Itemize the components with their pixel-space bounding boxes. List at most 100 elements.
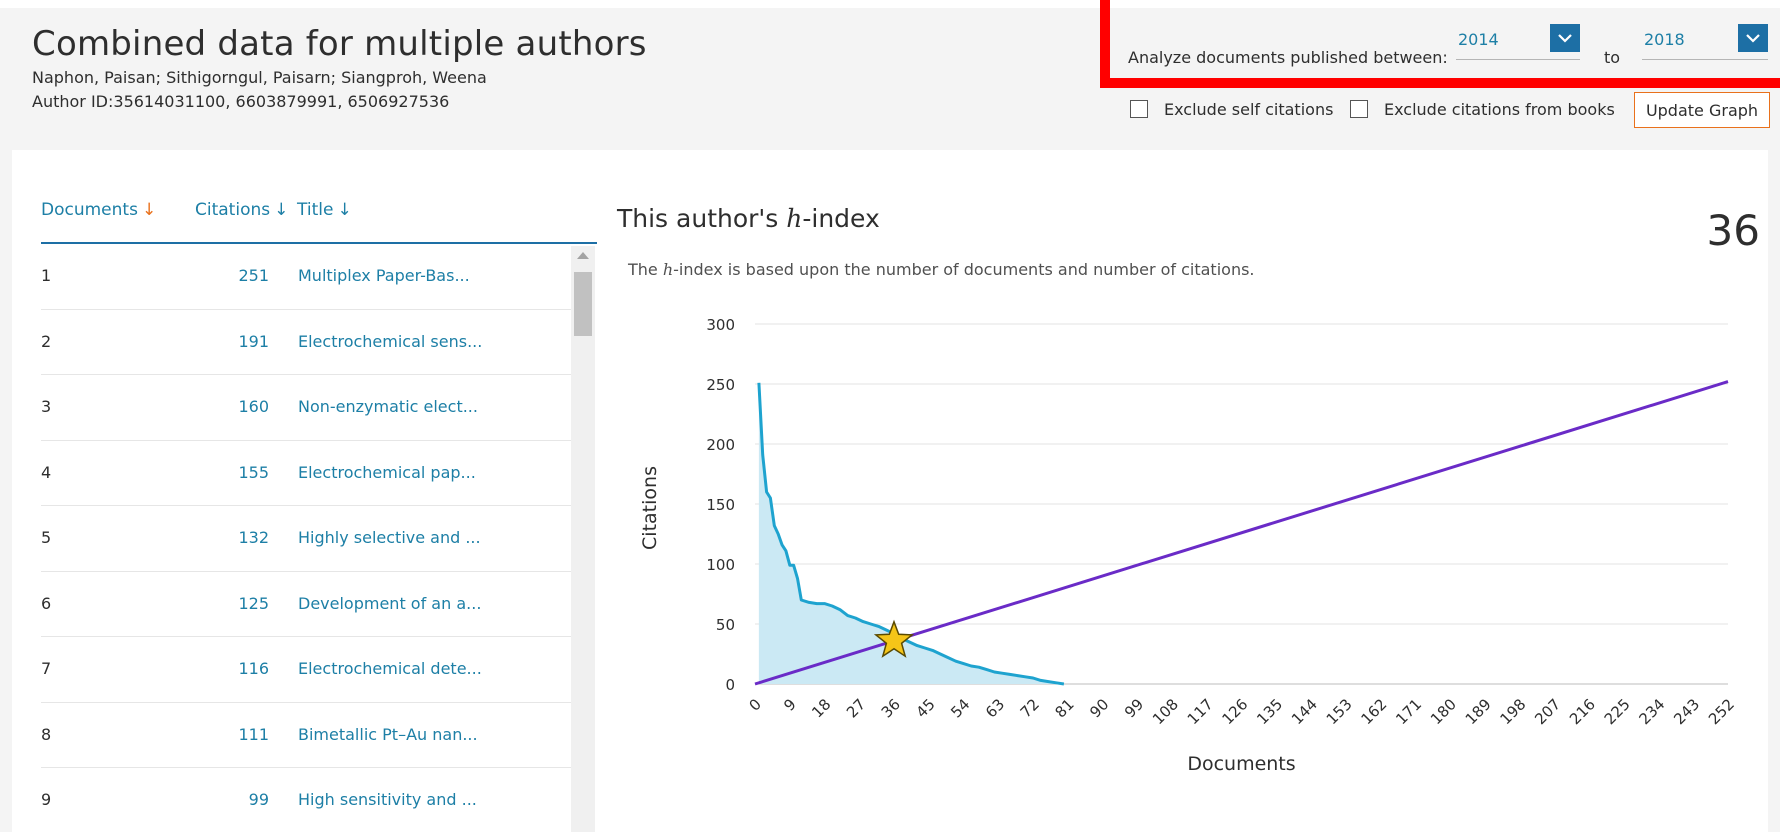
x-tick-label: 108 [1149, 695, 1182, 728]
row-number: 6 [41, 593, 52, 613]
x-tick-label: 90 [1086, 695, 1112, 721]
y-tick-label: 200 [706, 436, 735, 454]
x-tick-label: 81 [1051, 695, 1077, 721]
update-graph-button[interactable]: Update Graph [1634, 92, 1770, 128]
hindex-heading: This author's h-index [617, 204, 880, 233]
document-title-link[interactable]: Electrochemical sens... [298, 332, 482, 351]
x-tick-label: 63 [982, 695, 1008, 721]
documents-table: 1 251 Multiplex Paper-Bas... 2 191 Elect… [41, 244, 571, 832]
x-tick-label: 45 [912, 695, 938, 721]
x-tick-label: 9 [780, 695, 799, 714]
sort-arrow-icon: ↓ [141, 200, 157, 220]
exclude-books-checkbox[interactable] [1350, 100, 1368, 118]
document-title-link[interactable]: Electrochemical pap... [298, 463, 476, 482]
citation-count-link[interactable]: 160 [238, 397, 269, 416]
citation-count-link[interactable]: 251 [238, 266, 269, 285]
citation-count-link[interactable]: 125 [238, 594, 269, 613]
x-tick-label: 207 [1531, 695, 1564, 728]
hindex-chart: 0501001502002503000 9 18 27 36 45 54 63 72 81 90 99… [639, 316, 1738, 775]
y-tick-label: 300 [706, 316, 735, 334]
x-tick-label: 126 [1218, 695, 1251, 728]
document-title-link[interactable]: High sensitivity and ... [298, 790, 477, 809]
title-header-label: Title [297, 200, 334, 220]
x-tick-label: 198 [1496, 695, 1529, 728]
exclude-self-checkbox[interactable] [1130, 100, 1148, 118]
document-title-link[interactable]: Multiplex Paper-Bas... [298, 266, 470, 285]
table-row: 4 155 Electrochemical pap... [41, 441, 571, 506]
to-year-select[interactable]: 2018 [1642, 24, 1768, 60]
y-tick-label: 100 [706, 556, 735, 574]
table-row: 2 191 Electrochemical sens... [41, 310, 571, 375]
row-number: 2 [41, 331, 52, 351]
citation-count-link[interactable]: 111 [238, 725, 269, 744]
hindex-description: The h-index is based upon the number of … [628, 260, 1255, 279]
y-tick-label: 50 [716, 616, 735, 634]
row-number: 4 [41, 462, 52, 482]
column-header-title[interactable]: Title ↓ [297, 200, 352, 220]
x-tick-label: 117 [1184, 695, 1217, 728]
x-tick-label: 144 [1288, 695, 1321, 728]
citations-area [758, 382, 1064, 684]
row-number: 7 [41, 659, 52, 678]
document-title-link[interactable]: Electrochemical dete... [298, 659, 482, 678]
row-number: 3 [41, 397, 52, 416]
row-number: 9 [41, 790, 52, 809]
document-title-link[interactable]: Development of an a... [298, 594, 481, 613]
x-tick-label: 180 [1427, 695, 1460, 728]
exclude-books-label[interactable]: Exclude citations from books [1384, 100, 1615, 119]
citation-count-link[interactable]: 155 [238, 463, 269, 482]
chevron-down-icon[interactable] [1550, 24, 1580, 52]
citation-count-link[interactable]: 116 [238, 659, 269, 678]
table-row: 3 160 Non-enzymatic elect... [41, 375, 571, 441]
chevron-down-icon[interactable] [1738, 24, 1768, 52]
column-header-citations[interactable]: Citations ↓ [195, 200, 288, 220]
y-axis-title: Citations [639, 466, 661, 550]
x-tick-label: 54 [947, 695, 973, 721]
citation-count-link[interactable]: 191 [238, 332, 269, 351]
y-tick-label: 0 [725, 676, 735, 694]
x-tick-label: 36 [878, 695, 904, 721]
x-tick-label: 153 [1323, 695, 1356, 728]
row-number: 8 [41, 724, 52, 744]
x-tick-label: 135 [1253, 695, 1286, 728]
document-title-link[interactable]: Bimetallic Pt–Au nan... [298, 725, 478, 744]
table-scrollbar[interactable] [571, 246, 595, 832]
x-tick-label: 252 [1705, 695, 1738, 728]
author-names: Naphon, Paisan; Sithigorngul, Paisarn; S… [32, 68, 487, 87]
hindex-heading-h: h [786, 204, 803, 233]
to-label: to [1604, 48, 1621, 67]
column-header-documents[interactable]: Documents ↓ [41, 200, 156, 220]
from-year-select[interactable]: 2014 [1456, 24, 1580, 60]
x-tick-label: 189 [1462, 695, 1495, 728]
x-tick-label: 162 [1357, 695, 1390, 728]
row-number: 5 [41, 528, 52, 547]
document-title-link[interactable]: Highly selective and ... [298, 528, 481, 547]
x-tick-label: 72 [1017, 695, 1043, 721]
x-tick-label: 0 [745, 695, 764, 714]
table-row: 5 132 Highly selective and ... [41, 506, 571, 572]
document-title-link[interactable]: Non-enzymatic elect... [298, 397, 478, 416]
x-axis-title: Documents [1187, 753, 1295, 775]
hindex-heading-suffix: -index [802, 204, 880, 233]
x-tick-label: 225 [1601, 695, 1634, 728]
table-row: 8 111 Bimetallic Pt–Au nan... [41, 703, 571, 768]
citation-count-link[interactable]: 132 [238, 528, 269, 547]
x-tick-label: 18 [808, 695, 834, 721]
x-tick-label: 216 [1566, 695, 1599, 728]
hindex-heading-prefix: This author's [617, 204, 787, 233]
hindex-value: 36 [1706, 206, 1760, 255]
exclude-self-label[interactable]: Exclude self citations [1164, 100, 1333, 119]
table-row: 7 116 Electrochemical dete... [41, 637, 571, 703]
author-ids: Author ID:35614031100, 6603879991, 65069… [32, 92, 450, 111]
x-tick-label: 234 [1635, 695, 1668, 728]
table-row: 6 125 Development of an a... [41, 572, 571, 637]
scroll-thumb[interactable] [574, 272, 592, 336]
x-tick-label: 99 [1121, 695, 1147, 721]
scroll-up-arrow-icon[interactable] [577, 252, 589, 259]
x-tick-label: 27 [843, 695, 869, 721]
page-title: Combined data for multiple authors [32, 24, 647, 64]
citation-count-link[interactable]: 99 [249, 790, 269, 809]
to-year-value: 2018 [1644, 30, 1685, 49]
analyze-label: Analyze documents published between: [1128, 48, 1448, 67]
x-tick-label: 171 [1392, 695, 1425, 728]
